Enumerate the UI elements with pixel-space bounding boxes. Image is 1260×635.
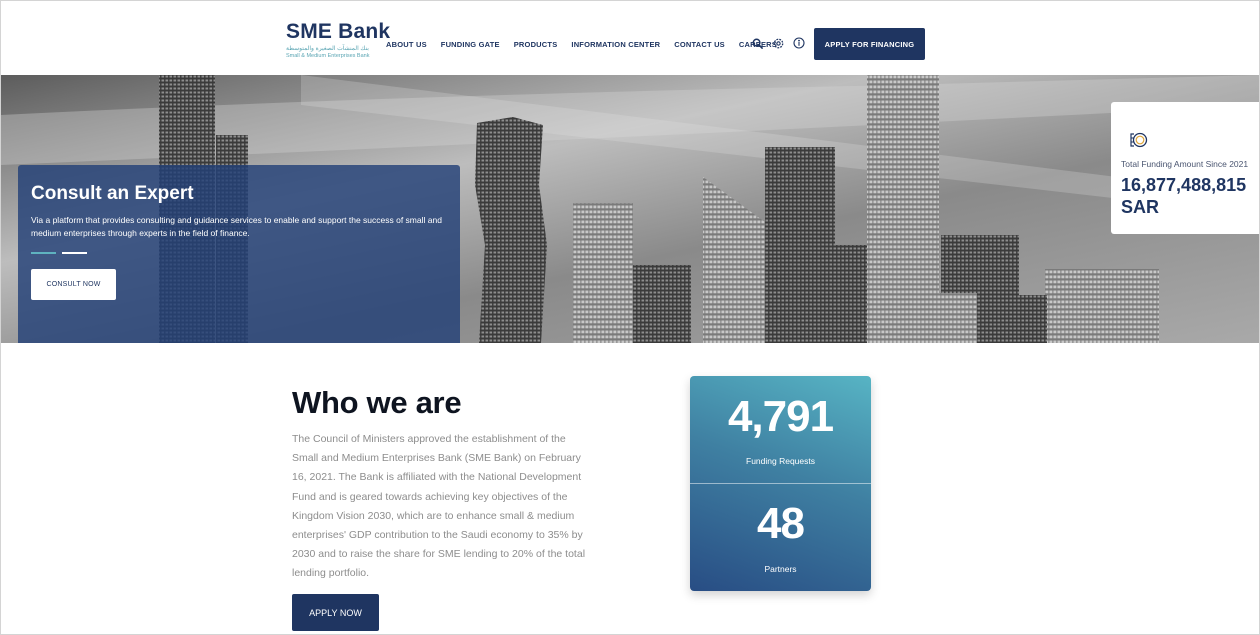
- consult-title: Consult an Expert: [31, 183, 194, 204]
- sme-bank-logo[interactable]: SME Bank بنك المنشآت الصغيرة والمتوسطة S…: [286, 21, 390, 60]
- header-icons: [751, 37, 805, 49]
- search-icon[interactable]: [751, 37, 763, 49]
- nav-funding-gate[interactable]: FUNDING GATE: [441, 40, 500, 49]
- site-header: SME Bank بنك المنشآت الصغيرة والمتوسطة S…: [1, 1, 1259, 75]
- who-we-are-text: The Council of Ministers approved the es…: [292, 433, 586, 580]
- funding-currency: SAR: [1121, 197, 1160, 217]
- coins-icon: [1128, 130, 1148, 155]
- consult-description: Via a platform that provides consulting …: [31, 215, 442, 238]
- page-frame: SME Bank بنك المنشآت الصغيرة والمتوسطة S…: [0, 0, 1260, 635]
- nav-products[interactable]: PRODUCTS: [514, 40, 558, 49]
- hero-banner: Consult an Expert Via a platform that pr…: [1, 75, 1259, 343]
- slider-dots: [31, 252, 87, 254]
- settings-icon[interactable]: [772, 37, 784, 49]
- consult-expert-card: Consult an Expert Via a platform that pr…: [18, 165, 460, 343]
- logo-title: SME Bank: [286, 20, 391, 43]
- logo-arabic-text: بنك المنشآت الصغيرة والمتوسطة: [286, 46, 369, 52]
- apply-for-financing-button[interactable]: APPLY FOR FINANCING: [814, 28, 925, 60]
- apply-now-button[interactable]: APPLY NOW: [292, 594, 379, 631]
- funding-amount: 16,877,488,815: [1121, 175, 1247, 195]
- nav-information-center[interactable]: INFORMATION CENTER: [571, 40, 660, 49]
- nav-contact-us[interactable]: CONTACT US: [674, 40, 725, 49]
- main-nav: ABOUT US FUNDING GATE PRODUCTS INFORMATI…: [386, 40, 777, 49]
- total-funding-card: Total Funding Amount Since 2021 16,877,4…: [1111, 102, 1259, 234]
- slider-dot[interactable]: [31, 252, 56, 254]
- total-funding-label: Total Funding Amount Since 2021: [1121, 159, 1249, 169]
- total-funding-value: 16,877,488,815 SAR: [1121, 174, 1246, 218]
- stats-card: 4,791 Funding Requests 48 Partners: [690, 376, 871, 591]
- stats-divider: [690, 483, 871, 484]
- slider-dot[interactable]: [62, 252, 87, 254]
- who-we-are-heading: Who we are: [292, 385, 462, 420]
- funding-requests-count: 4,791: [727, 392, 834, 441]
- logo-english-text: Small & Medium Enterprises Bank: [286, 53, 370, 59]
- partners-count: 48: [757, 499, 805, 548]
- partners-label: Partners: [764, 564, 797, 574]
- nav-about-us[interactable]: ABOUT US: [386, 40, 427, 49]
- funding-requests-label: Funding Requests: [746, 456, 815, 466]
- consult-now-button[interactable]: CONSULT NOW: [31, 269, 116, 300]
- accessibility-icon[interactable]: [793, 37, 805, 49]
